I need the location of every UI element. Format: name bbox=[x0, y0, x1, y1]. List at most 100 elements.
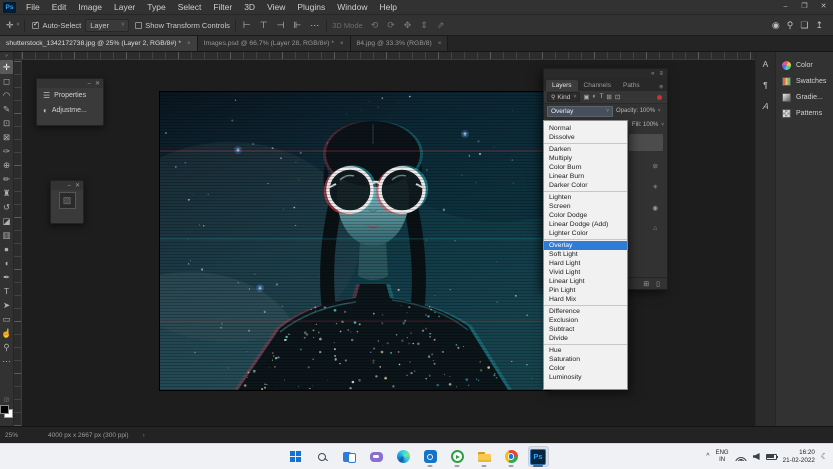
panel-shortcut-gradients[interactable]: Gradie... bbox=[776, 89, 833, 105]
hidden-icons-chevron[interactable]: ^ bbox=[706, 453, 709, 460]
panel-menu-icon[interactable]: ≡ bbox=[659, 71, 663, 77]
menu-3d[interactable]: 3D bbox=[238, 0, 261, 14]
blend-mode-option[interactable]: Color Burn bbox=[544, 163, 627, 172]
frame-tool[interactable]: ⊠ bbox=[0, 130, 13, 144]
blend-mode-option[interactable]: Normal bbox=[544, 124, 627, 133]
blend-mode-option[interactable]: Luminosity bbox=[544, 373, 627, 382]
blend-mode-dropdown[interactable]: Overlay ˅ bbox=[547, 106, 613, 117]
taskbar-photoshop[interactable]: Ps bbox=[528, 446, 549, 467]
blend-mode-option[interactable]: Darker Color bbox=[544, 181, 627, 190]
taskbar-chrome[interactable] bbox=[501, 446, 522, 467]
language-indicator[interactable]: ENG IN bbox=[716, 450, 729, 464]
minimize-panel-icon[interactable]: – bbox=[88, 81, 91, 87]
align-center-icon[interactable]: ⊤ bbox=[258, 20, 270, 31]
type-tool[interactable]: T bbox=[0, 284, 13, 298]
zoom-level[interactable]: 25% bbox=[5, 432, 18, 439]
status-caret-icon[interactable]: › bbox=[143, 432, 145, 439]
layers-tab-channels[interactable]: Channels bbox=[578, 80, 617, 91]
clone-stamp-tool[interactable]: ♜ bbox=[0, 186, 13, 200]
selected-layer-row[interactable] bbox=[629, 134, 663, 151]
taskbar-chat[interactable] bbox=[366, 446, 387, 467]
fill-control[interactable]: Fill: 100% ˅ bbox=[632, 122, 664, 128]
blend-mode-option[interactable]: Multiply bbox=[544, 154, 627, 163]
gradient-tool[interactable]: ▥ bbox=[0, 228, 13, 242]
blend-mode-option[interactable]: Color Dodge bbox=[544, 211, 627, 220]
layer-mask-icon[interactable]: ◉ bbox=[652, 204, 658, 212]
blend-mode-option[interactable]: Hard Mix bbox=[544, 295, 627, 304]
account-icon[interactable]: ◉ bbox=[772, 20, 780, 31]
paragraph-panel-icon[interactable]: ¶ bbox=[763, 80, 768, 90]
close-tab-icon[interactable]: × bbox=[340, 41, 344, 47]
path-selection-tool[interactable]: ➤ bbox=[0, 298, 13, 312]
taskbar-task-view[interactable] bbox=[339, 446, 360, 467]
new-layer-icon[interactable]: ⊞ bbox=[643, 280, 649, 288]
properties-panel[interactable]: ☰Properties bbox=[37, 88, 103, 103]
close-button[interactable]: ✕ bbox=[814, 0, 833, 14]
taskbar-start[interactable] bbox=[285, 446, 306, 467]
blend-mode-option[interactable]: Linear Burn bbox=[544, 172, 627, 181]
blend-mode-option[interactable]: Linear Light bbox=[544, 277, 627, 286]
edit-toolbar[interactable]: ⋯ bbox=[0, 354, 13, 368]
zoom-tool[interactable]: ⚲ bbox=[0, 340, 13, 354]
blend-mode-option[interactable]: Darken bbox=[544, 145, 627, 154]
link-layers-icon[interactable]: ⊘ bbox=[652, 162, 657, 170]
auto-select-target-dropdown[interactable]: Layer ˅ bbox=[85, 19, 129, 32]
distribute-icon[interactable]: ⊩ bbox=[291, 20, 303, 31]
healing-brush-tool[interactable]: ⊕ bbox=[0, 158, 13, 172]
filtering-toggle[interactable] bbox=[657, 95, 662, 100]
menu-filter[interactable]: Filter bbox=[207, 0, 238, 14]
move-tool[interactable]: ✛ bbox=[0, 60, 13, 74]
tool-preset-caret-icon[interactable]: ˅ bbox=[17, 22, 20, 28]
menu-file[interactable]: File bbox=[20, 0, 46, 14]
blend-mode-option[interactable]: Overlay bbox=[544, 241, 627, 250]
blend-mode-option[interactable]: Divide bbox=[544, 334, 627, 343]
blend-mode-option[interactable]: Linear Dodge (Add) bbox=[544, 220, 627, 229]
panel-thumbnail[interactable]: ▨ bbox=[59, 192, 76, 209]
panel-shortcut-swatches[interactable]: Swatches bbox=[776, 73, 833, 89]
more-options-icon[interactable]: ⋯ bbox=[308, 20, 321, 31]
glyphs-panel-icon[interactable]: A bbox=[762, 101, 769, 111]
close-tab-icon[interactable]: × bbox=[438, 41, 442, 47]
close-tab-icon[interactable]: × bbox=[187, 41, 191, 47]
show-transform-checkbox[interactable] bbox=[135, 22, 142, 29]
document-image[interactable] bbox=[160, 92, 550, 390]
minimize-button[interactable]: – bbox=[776, 0, 795, 14]
menu-select[interactable]: Select bbox=[172, 0, 208, 14]
foreground-background-swatches[interactable] bbox=[0, 405, 13, 418]
eraser-tool[interactable]: ◪ bbox=[0, 214, 13, 228]
menu-edit[interactable]: Edit bbox=[46, 0, 73, 14]
hand-tool[interactable]: ☝ bbox=[0, 326, 13, 340]
document-tab[interactable]: Images.psd @ 66.7% (Layer 28, RGB/8#) *× bbox=[198, 36, 351, 51]
blend-mode-option[interactable]: Hue bbox=[544, 346, 627, 355]
blend-mode-option[interactable]: Dissolve bbox=[544, 133, 627, 142]
delete-layer-icon[interactable]: ▯ bbox=[656, 280, 660, 288]
collapse-panel-icon[interactable]: « bbox=[651, 71, 654, 77]
panel-shortcut-color[interactable]: Color bbox=[776, 57, 833, 73]
orbit-3d-icon[interactable]: ⟲ bbox=[369, 20, 381, 31]
toolbar-collapse-icon[interactable]: » bbox=[5, 53, 8, 60]
smart-object-filter-icon[interactable]: ⊡ bbox=[615, 93, 620, 101]
blend-mode-option[interactable]: Screen bbox=[544, 202, 627, 211]
roll-3d-icon[interactable]: ⟳ bbox=[385, 20, 397, 31]
layers-tab-layers[interactable]: Layers bbox=[546, 80, 578, 91]
pixel-filter-icon[interactable]: ▣ bbox=[583, 93, 589, 101]
document-tab[interactable]: 84.jpg @ 33.3% (RGB/8)× bbox=[351, 36, 449, 51]
crop-tool[interactable]: ⊡ bbox=[0, 116, 13, 130]
lock-layer-icon[interactable]: ⌂ bbox=[653, 225, 657, 232]
menu-type[interactable]: Type bbox=[141, 0, 171, 14]
eyedropper-tool[interactable]: ✑ bbox=[0, 144, 13, 158]
layers-tab-paths[interactable]: Paths bbox=[617, 80, 646, 91]
menu-plugins[interactable]: Plugins bbox=[291, 0, 331, 14]
align-left-icon[interactable]: ⊢ bbox=[241, 20, 253, 31]
align-right-icon[interactable]: ⊣ bbox=[275, 20, 287, 31]
blend-mode-option[interactable]: Saturation bbox=[544, 355, 627, 364]
adjustment-filter-icon[interactable]: ◐ bbox=[593, 93, 597, 101]
opacity-control[interactable]: Opacity: 100% ˅ bbox=[616, 108, 661, 114]
shape-filter-icon[interactable]: ⊞ bbox=[606, 93, 611, 101]
taskbar-edge[interactable] bbox=[393, 446, 414, 467]
search-icon[interactable]: ⚲ bbox=[787, 20, 794, 31]
close-panel-icon[interactable]: ✕ bbox=[75, 182, 80, 189]
auto-select-checkbox[interactable] bbox=[32, 22, 39, 29]
pen-tool[interactable]: ✒ bbox=[0, 270, 13, 284]
blend-mode-option[interactable]: Color bbox=[544, 364, 627, 373]
